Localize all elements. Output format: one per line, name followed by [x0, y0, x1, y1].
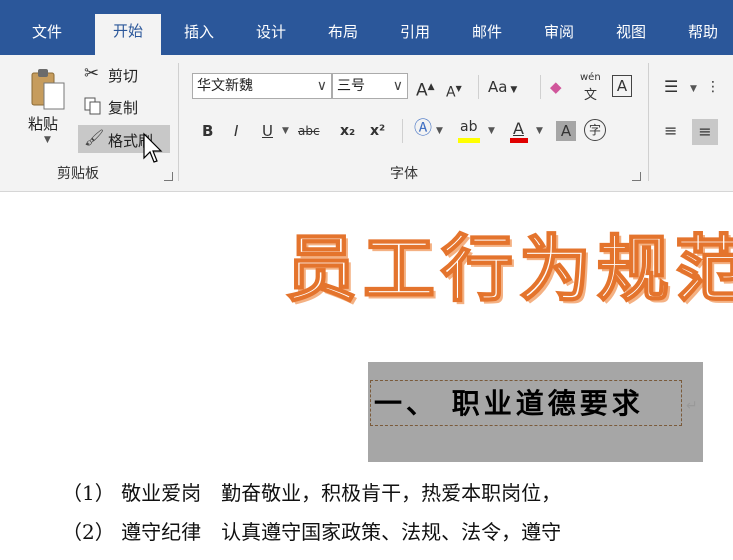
phonetic-bottom: 文: [584, 88, 598, 103]
subscript-button[interactable]: x₂: [340, 121, 355, 141]
clipboard-launcher-icon[interactable]: [164, 172, 173, 181]
italic-button[interactable]: I: [234, 121, 238, 141]
font-size-select[interactable]: 三号 ∨: [332, 73, 408, 99]
font-color-swatch: [510, 138, 528, 143]
chevron-down-icon[interactable]: ▼: [436, 121, 443, 141]
phonetic-guide-button[interactable]: wén 文: [580, 72, 606, 103]
character-border-button[interactable]: A: [612, 75, 632, 97]
document-line[interactable]: （1） 敬业爱岗 勤奋敬业，积极肯干，热爱本职岗位，: [62, 477, 561, 506]
font-group-label: 字体: [390, 166, 418, 182]
enclose-characters-button[interactable]: 字: [584, 119, 606, 141]
group-divider: [178, 63, 179, 181]
document-line[interactable]: （2） 遵守纪律 认真遵守国家政策、法规、法令，遵守: [62, 516, 561, 545]
shrink-font-icon[interactable]: A▼: [446, 79, 462, 103]
underline-button[interactable]: U: [262, 121, 273, 141]
clipboard-group-label: 剪贴板: [57, 166, 99, 182]
tab-design[interactable]: 设计: [242, 18, 300, 55]
copy-button[interactable]: 复制: [84, 95, 154, 119]
change-case-button[interactable]: Aa ▼: [488, 77, 517, 100]
copy-icon: [84, 97, 101, 115]
align-center-icon[interactable]: ≡: [692, 119, 718, 145]
cut-label: 剪切: [108, 67, 139, 85]
font-size-value: 三号: [337, 78, 365, 94]
chevron-down-icon[interactable]: ▼: [282, 121, 289, 141]
font-color-button[interactable]: A: [508, 119, 530, 145]
numbering-icon[interactable]: ⋮: [706, 77, 720, 97]
cursor-icon: [143, 132, 163, 163]
bullets-icon[interactable]: ☰: [664, 77, 678, 97]
tab-references[interactable]: 引用: [386, 18, 444, 55]
font-name-value: 华文新魏: [197, 78, 253, 94]
chevron-down-icon[interactable]: ▼: [690, 79, 697, 99]
brush-icon: 🖌: [84, 128, 105, 147]
scissors-icon: ✂: [84, 63, 100, 84]
tab-review[interactable]: 审阅: [530, 18, 588, 55]
tab-help[interactable]: 帮助: [674, 18, 732, 55]
align-left-icon[interactable]: ≡: [664, 121, 677, 141]
toolbar-divider: [402, 119, 403, 143]
tab-insert[interactable]: 插入: [170, 18, 228, 55]
change-case-label: Aa: [488, 78, 508, 96]
paste-button[interactable]: 粘贴 ▼: [28, 67, 68, 147]
highlight-swatch: [458, 138, 480, 143]
tab-layout[interactable]: 布局: [314, 18, 372, 55]
section-heading[interactable]: 一、 职业道德要求: [374, 382, 644, 422]
clear-format-icon[interactable]: ◆: [550, 77, 562, 97]
tab-view[interactable]: 视图: [602, 18, 660, 55]
ribbon-home: 粘贴 ▼ ✂ 剪切 复制 🖌 格式刷 剪贴板 华文新魏 ∨ 三号 ∨ A▲ A▼…: [0, 55, 733, 192]
grow-font-icon[interactable]: A▲: [416, 77, 435, 101]
superscript-button[interactable]: x²: [370, 121, 385, 141]
toolbar-divider: [478, 75, 479, 99]
paste-label: 粘贴: [28, 115, 59, 133]
cut-button[interactable]: ✂ 剪切: [84, 63, 154, 87]
tab-file[interactable]: 文件: [18, 18, 76, 55]
document-title: 员工行为规范: [284, 225, 733, 312]
chevron-down-icon: ∨: [316, 78, 327, 94]
tab-home[interactable]: 开始: [95, 14, 161, 55]
strikethrough-button[interactable]: abc: [298, 121, 320, 141]
font-color-letter: A: [513, 119, 524, 138]
copy-label: 复制: [108, 99, 139, 117]
toolbar-divider: [540, 75, 541, 99]
font-launcher-icon[interactable]: [632, 172, 641, 181]
paste-icon: [31, 69, 65, 110]
chevron-down-icon[interactable]: ▼: [488, 121, 495, 141]
text-effects-icon[interactable]: Ⓐ: [414, 119, 432, 139]
highlight-color-button[interactable]: ab: [456, 119, 482, 145]
bold-button[interactable]: B: [202, 121, 213, 141]
group-divider: [648, 63, 649, 181]
character-shading-button[interactable]: A: [556, 121, 576, 141]
font-name-select[interactable]: 华文新魏 ∨: [192, 73, 332, 99]
phonetic-top: wén: [580, 72, 601, 83]
highlighter-icon: ab: [460, 119, 478, 135]
chevron-down-icon[interactable]: ▼: [536, 121, 543, 141]
ribbon-tab-bar: 文件 开始 插入 设计 布局 引用 邮件 审阅 视图 帮助: [0, 0, 733, 55]
tab-mailings[interactable]: 邮件: [458, 18, 516, 55]
paragraph-mark-icon: ↵: [686, 398, 698, 414]
chevron-down-icon: ∨: [392, 78, 403, 94]
chevron-down-icon[interactable]: ▼: [44, 135, 51, 145]
